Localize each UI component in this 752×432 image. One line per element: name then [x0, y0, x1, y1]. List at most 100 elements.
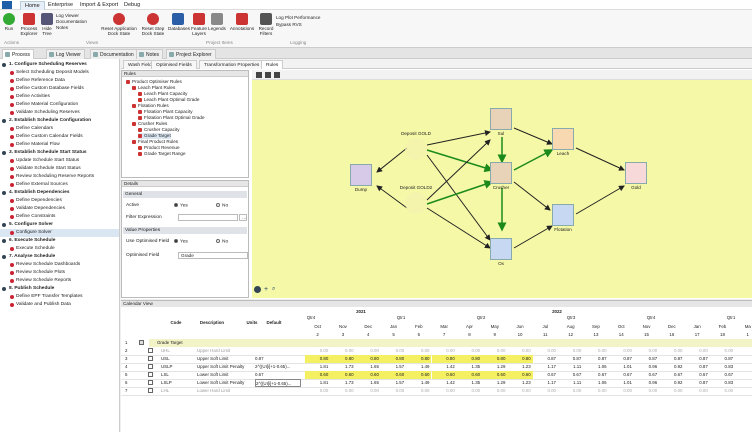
- value-cell[interactable]: 0.00: [330, 387, 355, 395]
- value-cell[interactable]: 0.00: [330, 347, 355, 355]
- value-cell[interactable]: 1.81: [305, 363, 330, 371]
- cell-units[interactable]: [237, 387, 255, 395]
- value-cell[interactable]: 0.00: [710, 347, 735, 355]
- value-cell[interactable]: 0.60: [305, 371, 331, 379]
- col-header[interactable]: Code: [161, 319, 191, 327]
- value-cell[interactable]: 0.92: [659, 379, 684, 387]
- sidebar-item[interactable]: Validate Schedule Start Status: [0, 165, 119, 173]
- expand-toggle[interactable]: [139, 340, 144, 345]
- value-cell[interactable]: 1.42: [432, 363, 457, 371]
- sidebar-step[interactable]: 2. Establish Schedule Configuration: [0, 117, 119, 125]
- value-cell[interactable]: 0.87: [685, 363, 710, 371]
- value-cell[interactable]: 0.87: [634, 355, 659, 363]
- legends-button[interactable]: Legends: [208, 13, 226, 31]
- node-sul[interactable]: [490, 108, 512, 130]
- process-explorer-button[interactable]: Process Explorer: [18, 13, 40, 36]
- value-cell[interactable]: 0.00: [558, 347, 583, 355]
- value-cell[interactable]: 0.00: [609, 387, 634, 395]
- sidebar-item[interactable]: Review Scheduling Reserve Reports: [0, 173, 119, 181]
- sidebar-item[interactable]: Define Constraints: [0, 213, 119, 221]
- value-cell[interactable]: 0.80: [406, 355, 432, 363]
- cell-def[interactable]: [255, 387, 301, 395]
- tab-rules[interactable]: Rules: [261, 60, 284, 69]
- value-cell[interactable]: 0.00: [685, 387, 710, 395]
- value-cell[interactable]: 0.00: [457, 387, 482, 395]
- value-cell[interactable]: 0.87: [583, 355, 608, 363]
- sidebar-item[interactable]: Define Dependencies: [0, 197, 119, 205]
- value-cell[interactable]: 0.83: [710, 363, 735, 371]
- cell-units[interactable]: [237, 355, 255, 363]
- zoom-search-icon[interactable]: ⌕: [272, 286, 275, 293]
- value-cell[interactable]: 0.00: [482, 387, 507, 395]
- value-cell[interactable]: 1.06: [583, 379, 608, 387]
- value-cell[interactable]: 0.67: [659, 371, 684, 379]
- value-cell[interactable]: 0.67: [634, 371, 659, 379]
- value-cell[interactable]: 0.00: [659, 347, 684, 355]
- hide-tree-button[interactable]: Hide Tree: [40, 13, 54, 36]
- value-cell[interactable]: 0.87: [710, 355, 735, 363]
- value-cell[interactable]: 0.87: [659, 355, 684, 363]
- sidebar-item[interactable]: Select Scheduling Deposit Models: [0, 69, 119, 77]
- value-cell[interactable]: 1.23: [507, 379, 532, 387]
- value-cell[interactable]: 0.67: [609, 371, 634, 379]
- value-cell[interactable]: 1.35: [457, 363, 482, 371]
- row-checkbox[interactable]: [148, 388, 153, 393]
- active-no-radio[interactable]: No: [216, 203, 228, 208]
- reset-application-dock-button[interactable]: Reset Application Dock State: [100, 13, 138, 36]
- sidebar-step[interactable]: 3. Establish Schedule Start Status: [0, 149, 119, 157]
- value-cell[interactable]: 0.80: [482, 355, 508, 363]
- value-cell[interactable]: 0.00: [507, 347, 532, 355]
- sidebar-step[interactable]: 4. Establish Dependencies: [0, 189, 119, 197]
- value-cell[interactable]: 1.23: [507, 363, 532, 371]
- value-cell[interactable]: 0.00: [381, 347, 406, 355]
- tab-project-explorer[interactable]: Project Explorer: [166, 49, 216, 59]
- row-checkbox[interactable]: [148, 380, 153, 385]
- cell-units[interactable]: [237, 363, 255, 371]
- row-checkbox[interactable]: [148, 372, 153, 377]
- cell-code[interactable]: USLP: [161, 363, 181, 371]
- sidebar-step[interactable]: 5. Configure Solver: [0, 221, 119, 229]
- annotations-button[interactable]: Annotations: [228, 13, 256, 31]
- use-opt-yes-radio[interactable]: Yes: [174, 239, 188, 244]
- menu-import-export[interactable]: Import & Export: [76, 1, 122, 9]
- menu-debug[interactable]: Debug: [120, 1, 144, 9]
- tab-documentation[interactable]: Documentation: [90, 49, 138, 59]
- sidebar-step[interactable]: 7. Analyse Schedule: [0, 253, 119, 261]
- value-cell[interactable]: 0.00: [406, 347, 431, 355]
- cell-def[interactable]: 2^((UI[i]+1-0.65)...: [255, 379, 301, 387]
- cell-code[interactable]: LSL: [161, 371, 181, 379]
- node-flotation[interactable]: [552, 204, 574, 226]
- layout-icon[interactable]: [274, 72, 280, 78]
- value-cell[interactable]: 0.92: [659, 363, 684, 371]
- sidebar-item[interactable]: Define EPF Transfer Templates: [0, 293, 119, 301]
- rule-tree-item[interactable]: Grade Target Range: [138, 151, 186, 157]
- sidebar-item[interactable]: Define Custom Database Fields: [0, 85, 119, 93]
- sidebar-item[interactable]: Define Activities: [0, 93, 119, 101]
- row-checkbox[interactable]: [148, 348, 153, 353]
- value-cell[interactable]: 1.73: [330, 379, 355, 387]
- optimised-field-select[interactable]: Grade: [178, 252, 248, 259]
- value-cell[interactable]: 0.96: [634, 363, 659, 371]
- filter-expression-input[interactable]: [178, 214, 238, 221]
- databases-button[interactable]: Databases: [168, 13, 190, 31]
- sidebar-item[interactable]: Define Material Configuration: [0, 101, 119, 109]
- value-cell[interactable]: 0.00: [558, 387, 583, 395]
- sidebar-item[interactable]: Define Custom Calendar Fields: [0, 133, 119, 141]
- reset-step-dock-button[interactable]: Reset Step Dock State: [140, 13, 166, 36]
- value-cell[interactable]: 1.29: [482, 379, 507, 387]
- node-leach[interactable]: [552, 128, 574, 150]
- value-cell[interactable]: 0.60: [330, 371, 356, 379]
- value-cell[interactable]: 0.00: [507, 387, 532, 395]
- zoom-reset-icon[interactable]: [254, 286, 261, 293]
- value-cell[interactable]: 0.83: [710, 379, 735, 387]
- tab-optimised-fields[interactable]: Optimised Fields: [151, 60, 197, 69]
- value-cell[interactable]: 1.73: [330, 363, 355, 371]
- sidebar-item[interactable]: Define Calendars: [0, 125, 119, 133]
- value-cell[interactable]: 0.60: [406, 371, 432, 379]
- value-cell[interactable]: 0.00: [482, 347, 507, 355]
- sidebar-item[interactable]: Define External Sources: [0, 181, 119, 189]
- node-gold[interactable]: [625, 162, 647, 184]
- value-cell[interactable]: 1.01: [609, 363, 634, 371]
- row-checkbox[interactable]: [148, 364, 153, 369]
- value-cell[interactable]: 0.80: [305, 355, 331, 363]
